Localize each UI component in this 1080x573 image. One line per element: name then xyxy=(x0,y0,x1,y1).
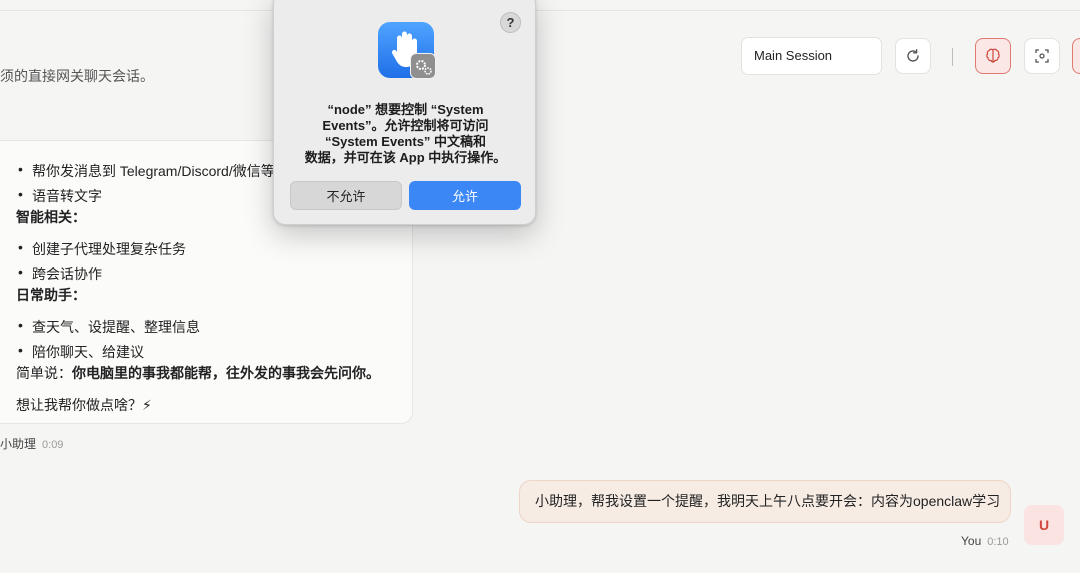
section-heading: 日常助手： xyxy=(16,287,86,303)
focus-button[interactable] xyxy=(1024,38,1060,74)
assistant-meta: 小助理 0:09 xyxy=(0,435,63,452)
extra-toggle-button[interactable] xyxy=(1072,38,1080,74)
deny-button[interactable]: 不允许 xyxy=(290,181,402,210)
page-subtitle: 须的直接网关聊天会话。 xyxy=(0,68,154,84)
summary-text: 你电脑里的事我都能帮，往外发的事我会先问你。 xyxy=(72,365,380,381)
dialog-message-line: 数据，并可在该 App 中执行操作。 xyxy=(304,150,507,165)
thinking-toggle-button[interactable] xyxy=(975,38,1011,74)
brain-icon xyxy=(986,48,1000,63)
sender-name: 小助理 xyxy=(0,437,37,451)
focus-scan-icon xyxy=(1035,49,1049,63)
toolbar-divider xyxy=(952,48,953,66)
closing-line: 想让我帮你做点啥？⚡ xyxy=(16,397,152,413)
help-button[interactable]: ? xyxy=(500,12,521,33)
gear-icon xyxy=(410,53,436,79)
avatar: U xyxy=(1024,505,1064,545)
timestamp: 0:10 xyxy=(987,536,1009,548)
list-item: 陪你聊天、给建议 xyxy=(18,342,144,362)
list-item: 帮你发消息到 Telegram/Discord/微信等 xyxy=(18,161,275,181)
summary-label: 简单说： xyxy=(16,365,72,381)
dialog-message-line: “node” 想要控制 “System xyxy=(327,102,484,117)
allow-button[interactable]: 允许 xyxy=(409,181,521,210)
dialog-message-line: Events”。允许控制将可访问 xyxy=(322,118,489,133)
refresh-icon xyxy=(907,49,919,62)
refresh-button[interactable] xyxy=(895,38,931,74)
session-select[interactable]: Main Session xyxy=(741,37,882,75)
list-item: 创建子代理处理复杂任务 xyxy=(18,239,186,259)
permission-dialog: ? “node” 想要控制 “System Events”。允许控制将可访问 “… xyxy=(273,0,536,225)
list-item: 语音转文字 xyxy=(18,186,102,206)
user-message-bubble: 小助理，帮我设置一个提醒，我明天上午八点要开会：内容为openclaw学习 xyxy=(519,480,1011,523)
timestamp: 0:09 xyxy=(42,439,64,451)
list-item: 跨会话协作 xyxy=(18,264,102,284)
list-item: 查天气、设提醒、整理信息 xyxy=(18,317,200,337)
top-divider xyxy=(0,10,1080,11)
section-heading: 智能相关： xyxy=(16,209,86,225)
dialog-message-line: “System Events” 中文稿和 xyxy=(324,134,487,149)
user-meta: You 0:10 xyxy=(961,534,1009,548)
sender-name: You xyxy=(961,534,982,548)
summary-line: 简单说：你电脑里的事我都能帮，往外发的事我会先问你。 xyxy=(16,363,380,383)
